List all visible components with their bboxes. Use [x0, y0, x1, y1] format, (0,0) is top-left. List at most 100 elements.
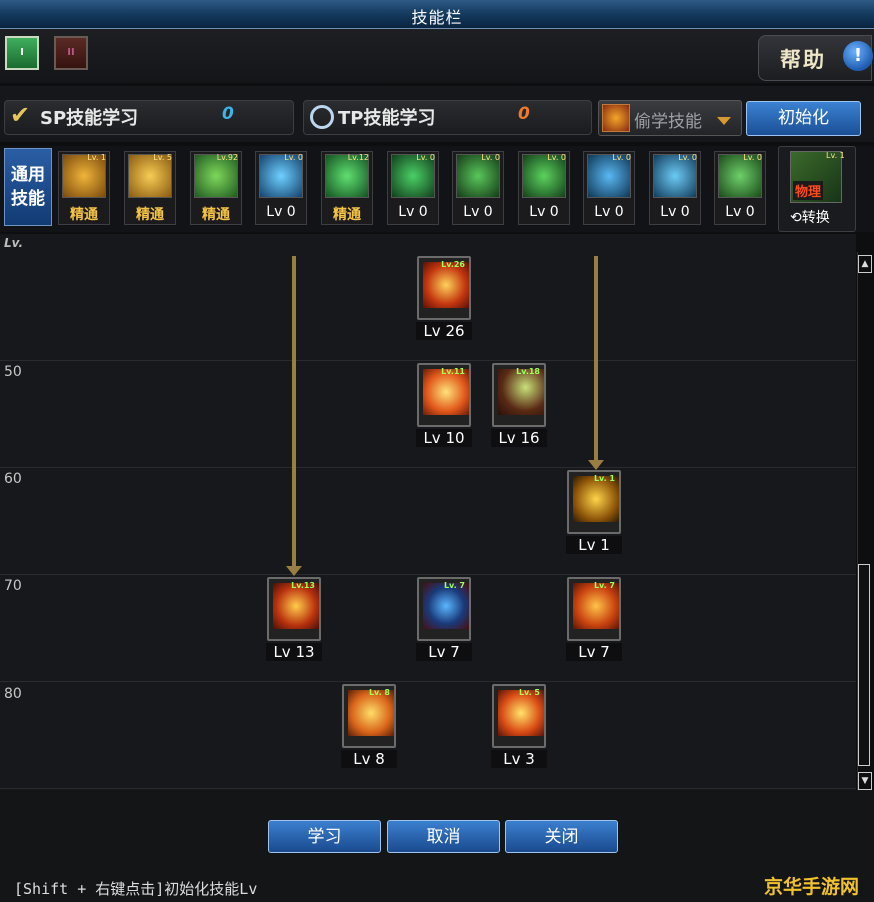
common-skill-slot[interactable]: Lv.92 精通	[190, 151, 242, 225]
common-skill-level-tag: Lv.12	[347, 153, 369, 162]
common-skill-level-tag: Lv. 0	[416, 153, 435, 162]
arrow-head-icon	[286, 566, 302, 576]
sp-value: 0	[222, 104, 234, 124]
level-divider	[0, 681, 856, 682]
common-skill-slot[interactable]: Lv. 0 Lv 0	[714, 151, 766, 225]
sp-label: SP技能学习	[40, 108, 139, 129]
skill-frame: Lv. 7	[417, 577, 471, 641]
tab-skill-set-2[interactable]: II	[54, 36, 88, 70]
common-skill-slot[interactable]: Lv. 0 Lv 0	[255, 151, 307, 225]
common-skill-level-tag: Lv. 0	[547, 153, 566, 162]
skill-frame: Lv.18	[492, 363, 546, 427]
skill-level-tag: Lv.18	[516, 367, 540, 376]
skill-slot[interactable]: Lv.11 Lv 10	[416, 363, 472, 449]
skill-slot[interactable]: Lv. 5 Lv 3	[491, 684, 547, 770]
common-skill-level-tag: Lv. 1	[87, 153, 106, 162]
common-skill-slot[interactable]: Lv. 0 Lv 0	[518, 151, 570, 225]
common-skill-level-tag: Lv. 0	[284, 153, 303, 162]
window-title: 技能栏	[411, 8, 463, 27]
skill-slot[interactable]: Lv. 8 Lv 8	[341, 684, 397, 770]
common-skill-level-tag: Lv. 0	[678, 153, 697, 162]
common-skill-level-tag: Lv. 0	[743, 153, 762, 162]
skill-slot[interactable]: Lv. 7 Lv 7	[416, 577, 472, 663]
tp-ring-icon	[310, 105, 334, 129]
common-skill-slot[interactable]: Lv. 0 Lv 0	[583, 151, 635, 225]
skill-slot[interactable]: Lv.13 Lv 13	[266, 577, 322, 663]
title-bar[interactable]: 技能栏	[0, 0, 874, 29]
reset-button[interactable]: 初始化	[746, 101, 861, 136]
common-skill-slot[interactable]: Lv. 5 精通	[124, 151, 176, 225]
common-skill-level: 精通	[136, 207, 164, 223]
common-skill-slot[interactable]: Lv. 1 精通	[58, 151, 110, 225]
tab-2-label: II	[67, 47, 75, 58]
watermark: 京华手游网	[764, 876, 860, 898]
skill-frame: Lv. 5	[492, 684, 546, 748]
physical-tag: 物理	[793, 181, 824, 200]
common-skill-level-tag: Lv. 0	[612, 153, 631, 162]
dropdown-arrow-icon[interactable]	[717, 117, 731, 125]
scroll-up-icon[interactable]: ▲	[858, 255, 872, 273]
level-divider	[0, 467, 856, 468]
skill-slot[interactable]: Lv. 7 Lv 7	[566, 577, 622, 663]
common-skill-level: 精通	[202, 207, 230, 223]
skill-level-tag: Lv. 8	[368, 688, 390, 697]
common-skill-level-tag: Lv. 0	[481, 153, 500, 162]
skill-level: Lv 7	[416, 643, 472, 661]
level-mark-60: 60	[4, 471, 22, 487]
skill-slot[interactable]: Lv.18 Lv 16	[491, 363, 547, 449]
help-label: 帮助	[780, 48, 826, 72]
close-button[interactable]: 关闭	[505, 820, 618, 853]
steal-skill-label: 偷学技能	[634, 112, 702, 132]
skill-level: Lv 13	[266, 643, 322, 661]
skill-level-tag: Lv.13	[291, 581, 315, 590]
convert-label[interactable]: ⟲转换	[790, 207, 830, 227]
skill-slot[interactable]: Lv.26 Lv 26	[416, 256, 472, 342]
skill-level: Lv 26	[416, 322, 472, 340]
scroll-down-icon[interactable]: ▼	[858, 772, 872, 790]
skill-slot[interactable]: Lv. 1 Lv 1	[566, 470, 622, 556]
level-divider	[0, 574, 856, 575]
help-info-icon[interactable]: !	[843, 41, 873, 71]
skill-frame: Lv. 1	[567, 470, 621, 534]
tab-1-label: I	[20, 47, 24, 58]
skill-level: Lv 16	[491, 429, 547, 447]
skill-level-tag: Lv. 7	[593, 581, 615, 590]
common-skill-slot[interactable]: Lv. 0 Lv 0	[387, 151, 439, 225]
common-skill-slot[interactable]: Lv. 0 Lv 0	[649, 151, 701, 225]
cancel-button[interactable]: 取消	[387, 820, 500, 853]
hint-text: [Shift + 右键点击]初始化技能Lv	[14, 880, 258, 898]
common-skills-label: 通用 技能	[4, 148, 52, 226]
skill-level: Lv 3	[491, 750, 547, 768]
skill-level-tag: Lv.26	[441, 260, 465, 269]
level-divider	[0, 788, 856, 789]
common-label-line2: 技能	[11, 189, 45, 209]
common-skill-level: 精通	[70, 207, 98, 223]
scroll-thumb[interactable]	[858, 564, 870, 766]
tab-strip	[0, 29, 874, 83]
common-skill-level: Lv 0	[529, 204, 559, 220]
common-skill-level: Lv 0	[463, 204, 493, 220]
common-skill-level: 精通	[333, 207, 361, 223]
tp-label: TP技能学习	[338, 108, 436, 129]
skill-level-tag: Lv. 1	[593, 474, 615, 483]
prerequisite-arrow-line	[594, 256, 598, 460]
skill-level: Lv 1	[566, 536, 622, 554]
common-skill-level: Lv 0	[594, 204, 624, 220]
common-label-line1: 通用	[11, 165, 45, 185]
level-divider	[0, 360, 856, 361]
common-skill-level-tag: Lv. 5	[153, 153, 172, 162]
common-skill-level: Lv 0	[266, 204, 296, 220]
common-skill-level: Lv 0	[398, 204, 428, 220]
prerequisite-arrow-line	[292, 256, 296, 566]
tab-skill-set-1[interactable]: I	[5, 36, 39, 70]
skill-frame: Lv. 8	[342, 684, 396, 748]
steal-skill-icon	[602, 104, 630, 132]
skill-level-tag: Lv.11	[441, 367, 465, 376]
common-skill-slot[interactable]: Lv. 0 Lv 0	[452, 151, 504, 225]
skill-level: Lv 8	[341, 750, 397, 768]
common-skill-slot[interactable]: Lv.12 精通	[321, 151, 373, 225]
learn-button[interactable]: 学习	[268, 820, 381, 853]
arrow-head-icon	[588, 460, 604, 470]
sp-check-icon: ✔	[10, 101, 31, 129]
skill-level: Lv 7	[566, 643, 622, 661]
